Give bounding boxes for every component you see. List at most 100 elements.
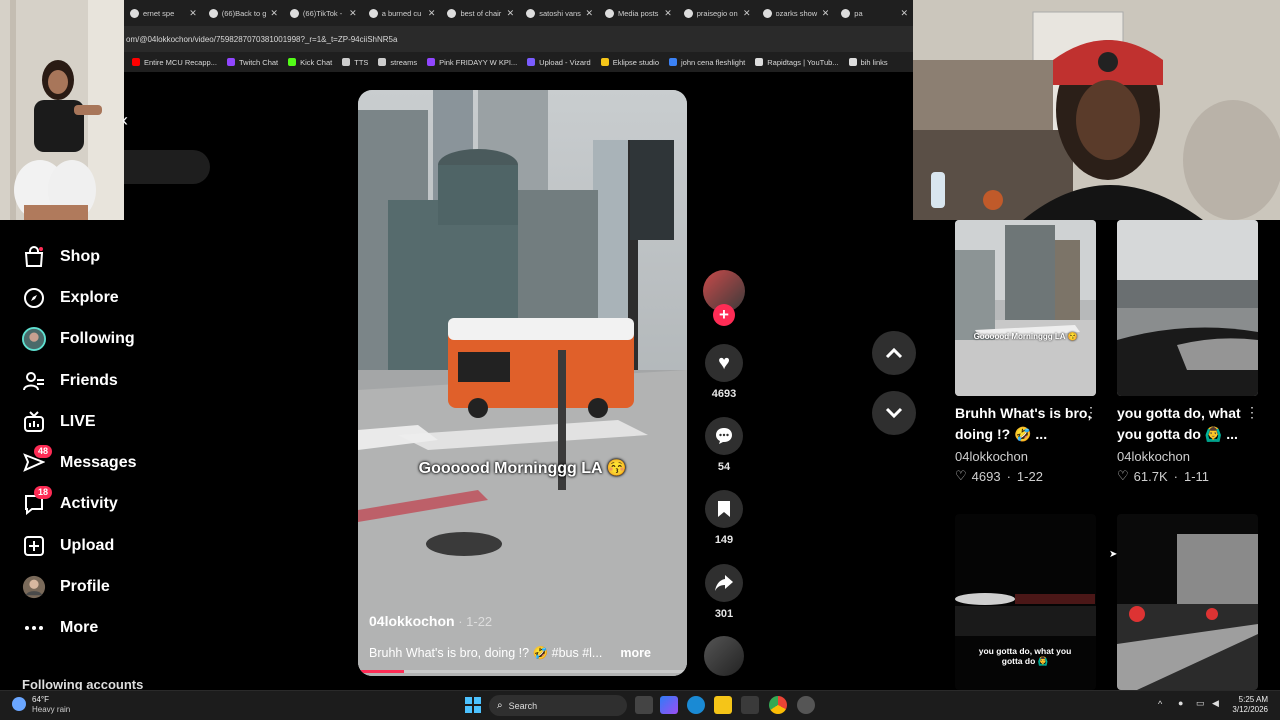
address-url[interactable]: om/@04lokkochon/video/759828707038100199… [126,35,397,44]
close-tab-icon[interactable]: ✕ [189,8,197,19]
task-view-icon[interactable] [635,696,653,714]
previous-video-button[interactable] [872,331,916,375]
search-bar[interactable] [124,150,210,184]
share-action[interactable]: 301 [704,564,744,620]
grid-thumbnail-3[interactable]: you gotta do, what you gotta do 🙆‍♂️ [955,514,1096,690]
close-tab-icon[interactable]: ✕ [507,8,515,19]
close-tab-icon[interactable]: ✕ [428,8,436,19]
bookmark-label[interactable]: Entire MCU Recapp... [144,58,217,67]
bookmark-label[interactable]: Eklipse studio [613,58,659,67]
browser-tab-label[interactable]: pa [854,9,896,18]
grid-card-2-author[interactable]: 04lokkochon [1117,449,1190,464]
creator-avatar[interactable]: + [703,270,745,326]
browser-tab[interactable]: pa ✕ [835,2,914,24]
grid-card-2-title[interactable]: you gotta do, what you gotta do 🙆‍♂️ ... [1117,403,1257,445]
browser-tab-label[interactable]: (66)Back to g [222,9,267,18]
bookmark-label[interactable]: bih links [861,58,888,67]
bookmark-item[interactable]: Rapidtags | YouTub... [755,58,839,67]
volume-icon[interactable]: ◀ [1212,698,1219,709]
bookmark-label[interactable]: streams [390,58,417,67]
bookmark-label[interactable]: TTS [354,58,368,67]
video-author[interactable]: 04lokkochon · 1-22 [369,613,492,629]
sidebar-item-following[interactable]: Following [22,324,135,354]
bookmark-label[interactable]: Rapidtags | YouTub... [767,58,838,67]
taskbar-search[interactable]: ⌕ Search [489,695,627,716]
browser-tab[interactable]: satoshi vans ✕ [520,2,599,24]
next-video-button[interactable] [872,391,916,435]
grid-card-2-menu-icon[interactable]: ⋮ [1245,404,1259,421]
bookmark-item[interactable]: bih links [848,58,888,67]
weather-temp[interactable]: 64°F [32,695,49,704]
bookmark-item[interactable]: TTS [342,58,368,67]
save-button[interactable] [705,490,743,528]
browser-tab[interactable]: ozarks show ✕ [757,2,836,24]
taskbar-search-label[interactable]: Search [509,701,538,711]
bookmark-item[interactable]: Twitch Chat [226,58,278,67]
grid-thumbnail-2[interactable] [1117,220,1258,396]
close-tab-icon[interactable]: ✕ [743,8,751,19]
address-bar[interactable]: om/@04lokkochon/video/759828707038100199… [124,26,914,52]
grid-card-1-title-text[interactable]: Bruhh What's is bro, doing !? 🤣 ... [955,403,1095,445]
clock-time[interactable]: 5:25 AM [1236,695,1268,704]
close-tab-icon[interactable]: ✕ [585,8,593,19]
back-arrow-icon[interactable]: ‹ [122,110,128,131]
bookmark-label[interactable]: Twitch Chat [239,58,278,67]
sidebar-item-messages[interactable]: 48 Messages [22,445,137,478]
video-progress-bar[interactable] [358,670,687,673]
browser-tab-label[interactable]: ernet spe [143,9,185,18]
save-action[interactable]: 149 [704,490,744,546]
sidebar-item-friends[interactable]: Friends [22,366,118,396]
grid-thumbnail-4[interactable] [1117,514,1258,690]
network-icon[interactable]: ▭ [1196,698,1205,709]
bookmark-item[interactable]: Pink FRIDAYY W KPI... [427,58,517,67]
grid-card-1-title[interactable]: Bruhh What's is bro, doing !? 🤣 ... [955,403,1095,445]
comment-button[interactable] [705,417,743,455]
weather-desc[interactable]: Heavy rain [32,705,70,714]
music-disc-icon[interactable] [704,636,744,676]
browser-tab[interactable]: a burned cu ✕ [363,2,442,24]
store-icon[interactable] [741,696,759,714]
close-tab-icon[interactable]: ✕ [901,8,909,19]
close-tab-icon[interactable]: ✕ [664,8,672,19]
clock-date[interactable]: 3/12/2026 [1228,705,1268,714]
bookmark-label[interactable]: john cena fleshlight [681,58,745,67]
bookmark-item[interactable]: Eklipse studio [600,58,659,67]
tray-chevron-icon[interactable]: ^ [1158,699,1162,709]
grid-card-2-title-text[interactable]: you gotta do, what you gotta do 🙆‍♂️ ... [1117,403,1257,445]
chrome-icon[interactable] [769,696,787,714]
edge-icon[interactable] [687,696,705,714]
grid-thumbnail-1[interactable]: Goooood Morninggg LA 😚 [955,220,1096,396]
browser-tab[interactable]: (66)TikTok - ✕ [284,2,363,24]
grid-card-1-menu-icon[interactable]: ⋮ [1084,404,1098,421]
sidebar-item-profile[interactable]: Profile [22,572,110,602]
grid-card-1-author[interactable]: 04lokkochon [955,449,1028,464]
browser-tab-label[interactable]: best of chair [460,9,502,18]
sidebar-item-explore[interactable]: Explore [22,283,119,313]
bookmark-item[interactable]: Entire MCU Recapp... [132,58,217,67]
bookmark-item[interactable]: streams [378,58,417,67]
sidebar-item-activity[interactable]: 18 Activity [22,486,118,519]
video-author-name[interactable]: 04lokkochon [369,613,455,629]
bookmark-item[interactable]: Kick Chat [288,58,332,67]
like-action[interactable]: ♥ 4693 [704,344,744,400]
follow-plus-icon[interactable]: + [713,304,735,326]
comment-action[interactable]: 54 [704,417,744,473]
close-tab-icon[interactable]: ✕ [349,8,357,19]
video-player[interactable]: Goooood Morninggg LA 😚 04lokkochon · 1-2… [358,90,687,676]
app-icon[interactable] [797,696,815,714]
sidebar-item-more[interactable]: More [22,613,98,643]
close-tab-icon[interactable]: ✕ [270,8,278,19]
share-button[interactable] [705,564,743,602]
bookmark-item[interactable]: john cena fleshlight [669,58,745,67]
close-tab-icon[interactable]: ✕ [822,8,830,19]
browser-tab-label[interactable]: ozarks show [776,9,818,18]
browser-tab[interactable]: ernet spe ✕ [124,2,203,24]
like-button[interactable]: ♥ [705,344,743,382]
browser-tab-label[interactable]: (66)TikTok - [303,9,345,18]
browser-tab-label[interactable]: a burned cu [382,9,424,18]
bookmark-label[interactable]: Kick Chat [300,58,332,67]
more-button[interactable]: more [620,646,651,660]
browser-tab-label[interactable]: praisegio on [697,9,739,18]
bookmark-label[interactable]: Pink FRIDAYY W KPI... [439,58,517,67]
windows-start-icon[interactable] [465,697,481,713]
